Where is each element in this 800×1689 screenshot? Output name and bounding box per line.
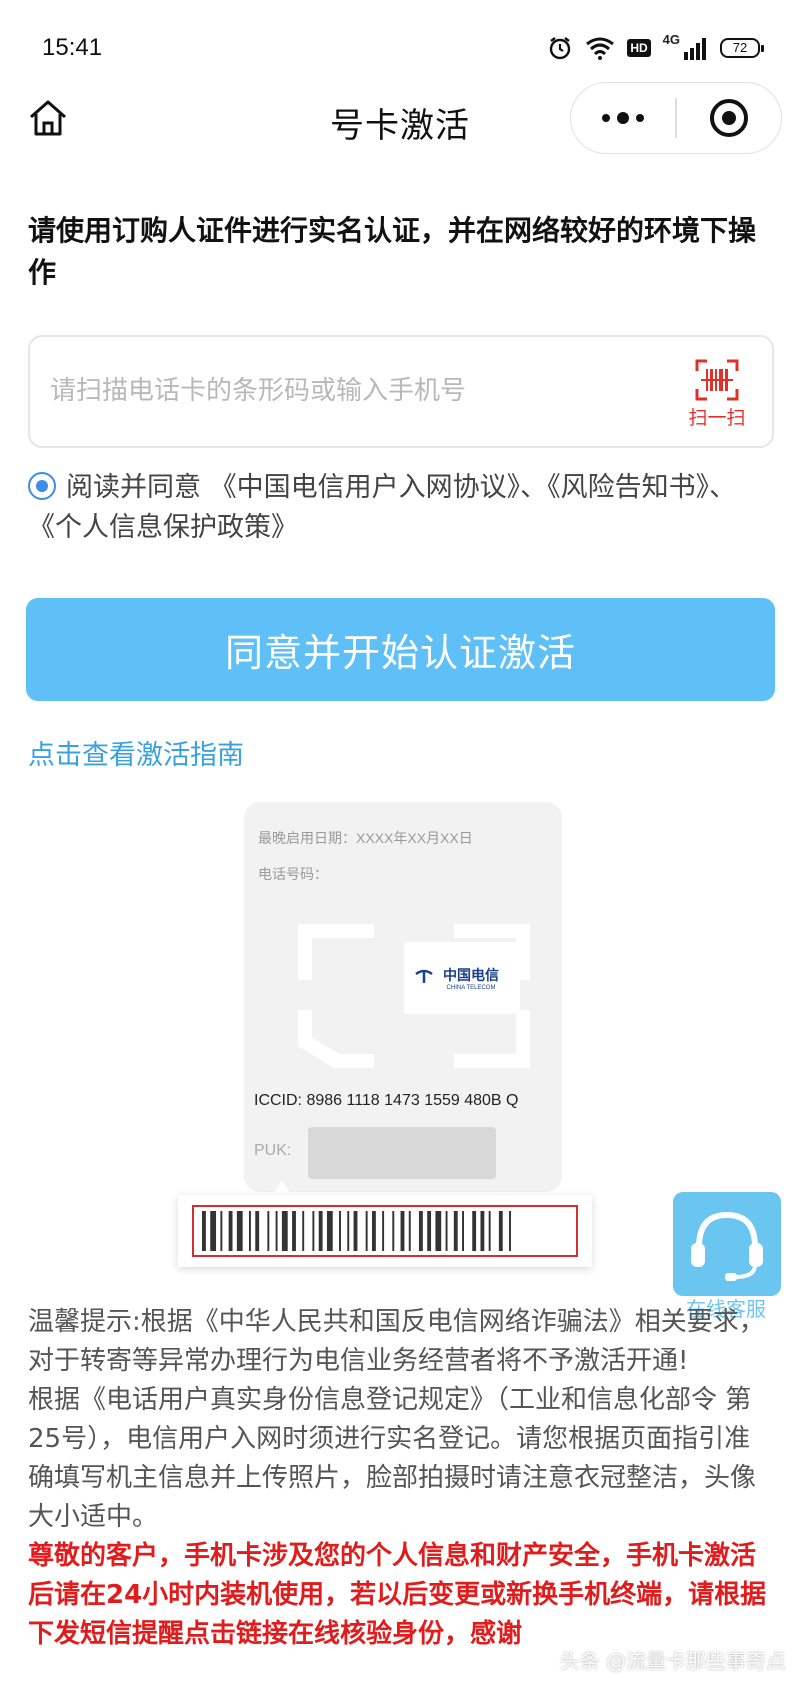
card-deadline-line: 最晚启用日期：XXXX年XX月XX日 <box>258 830 473 846</box>
nav-bar: 号卡激活 <box>0 80 800 160</box>
more-dot-icon <box>602 114 611 122</box>
phone-number-input[interactable] <box>50 369 670 413</box>
network-type: 4G <box>662 32 680 47</box>
status-time: 15:41 <box>42 34 103 61</box>
puk-cover <box>308 1127 496 1179</box>
card-phone-line: 电话号码： <box>258 866 328 882</box>
signal-icon <box>684 38 706 60</box>
agreement-radio[interactable] <box>28 472 56 500</box>
miniprogram-capsule <box>570 82 782 154</box>
barcode-graphic <box>202 1211 511 1251</box>
barcode-pointer <box>272 1180 292 1196</box>
alarm-icon <box>550 37 571 60</box>
battery-indicator: 72 <box>720 38 764 58</box>
scan-button[interactable]: 扫一扫 <box>682 359 752 433</box>
more-dot-icon <box>617 112 630 124</box>
tips-section: 温馨提示:根据《中华人民共和国反电信网络诈骗法》相关要求，对于转寄等异常办理行为… <box>28 1303 773 1654</box>
intro-text: 请使用订购人证件进行实名认证，并在网络较好的环境下操作 <box>28 214 757 289</box>
agreement-text[interactable]: 阅读并同意 《中国电信用户入网协议》、《风险告知书》、《个人信息保护政策》 <box>28 472 736 543</box>
barcode-highlight <box>192 1205 578 1257</box>
start-activation-button[interactable]: 同意并开始认证激活 <box>26 598 775 701</box>
puk-label: PUK: <box>254 1142 292 1159</box>
carrier-logo-subtext: CHINA TELECOM <box>446 985 496 991</box>
activation-guide-link[interactable]: 点击查看激活指南 <box>28 733 244 772</box>
wifi-icon <box>586 37 615 60</box>
scan-label: 扫一扫 <box>688 407 746 429</box>
more-button[interactable] <box>571 83 675 153</box>
more-dot-icon <box>636 114 645 122</box>
phone-input-box: 扫一扫 <box>28 335 774 448</box>
customer-service-button[interactable] <box>673 1192 781 1296</box>
status-icons: HD 4G 72 <box>547 32 764 62</box>
tips-paragraph: 温馨提示:根据《中华人民共和国反电信网络诈骗法》相关要求，对于转寄等异常办理行为… <box>28 1307 765 1376</box>
agreement-row: 阅读并同意 《中国电信用户入网协议》、《风险告知书》、《个人信息保护政策》 <box>28 468 768 548</box>
carrier-logo: 中国电信 CHINA TELECOM <box>404 942 520 1014</box>
sim-card-illustration: 最晚启用日期：XXXX年XX月XX日 电话号码： 中国电信 CHINA TELE… <box>244 802 562 1192</box>
close-target-icon <box>709 99 748 137</box>
iccid-text: ICCID: 8986 1118 1473 1559 480B Q <box>254 1092 519 1109</box>
china-telecom-logo-icon <box>415 969 433 983</box>
close-button[interactable] <box>677 83 781 153</box>
tips-paragraph: 根据《电话用户真实身份信息登记规定》（工业和信息化部令 第25号），电信用户入网… <box>28 1385 757 1532</box>
carrier-logo-text: 中国电信 <box>443 969 499 984</box>
watermark: 头条 @流量卡那些事奇点 <box>559 1649 786 1673</box>
barcode-scan-icon <box>695 359 739 401</box>
tips-warning: 尊敬的客户，手机卡涉及您的个人信息和财产安全，手机卡激活后请在24小时内装机使用… <box>28 1541 767 1649</box>
headset-icon <box>691 1211 763 1281</box>
barcode-strip <box>178 1195 592 1267</box>
hd-badge: HD <box>627 39 651 57</box>
status-bar: 15:41 HD 4G 72 <box>0 0 800 80</box>
